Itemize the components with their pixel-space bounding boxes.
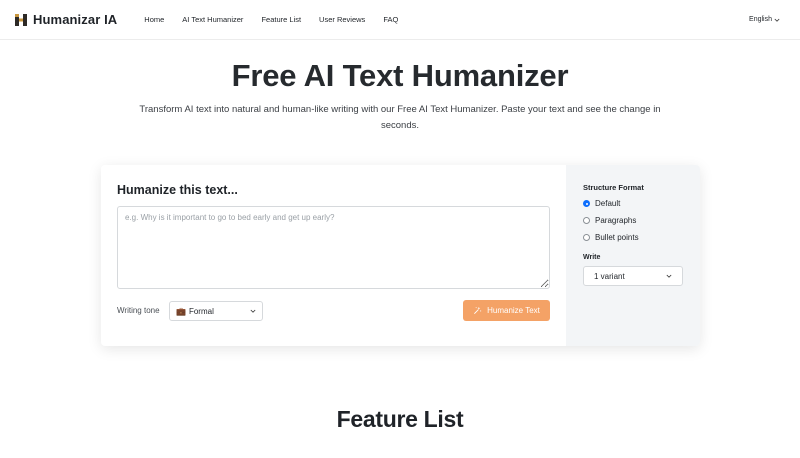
structure-option-default[interactable]: Default [583,199,620,208]
radio-paragraphs-label: Paragraphs [595,216,637,225]
text-input[interactable] [117,206,550,289]
writing-tone-select[interactable]: 💼 Formal [169,301,263,321]
language-label: English [749,16,772,23]
variant-value: 1 variant [594,271,625,281]
writing-tone-label: Writing tone [117,306,160,315]
briefcase-icon: 💼 [176,306,186,316]
h-logo-icon [15,13,27,26]
page-title: Free AI Text Humanizer [231,58,569,93]
humanize-text-button[interactable]: Humanize Text [463,300,550,321]
radio-paragraphs[interactable] [583,217,590,224]
write-label: Write [583,254,601,261]
nav-home[interactable]: Home [135,15,173,24]
structure-format-title: Structure Format [583,183,644,192]
magic-wand-icon [474,306,482,314]
language-selector[interactable]: English [749,16,780,23]
humanizer-card: Humanize this text... Writing tone 💼 For… [101,165,700,346]
radio-bullet-points[interactable] [583,234,590,241]
nav-links: Home AI Text Humanizer Feature List User… [135,15,407,24]
humanizer-form: Humanize this text... Writing tone 💼 For… [101,165,566,346]
brand[interactable]: Humanizar IA [14,12,117,27]
brand-name: Humanizar IA [33,12,118,27]
nav-ai-text-humanizer[interactable]: AI Text Humanizer [173,15,252,24]
structure-option-bullet-points[interactable]: Bullet points [583,233,639,242]
variant-select[interactable]: 1 variant [583,266,683,286]
humanize-button-label: Humanize Text [487,306,540,315]
chevron-down-icon [666,274,672,278]
radio-bullet-points-label: Bullet points [595,233,639,242]
nav-faq[interactable]: FAQ [374,15,407,24]
feature-list-title: Feature List [336,406,464,432]
page-subtitle: Transform AI text into natural and human… [139,104,661,131]
nav-feature-list[interactable]: Feature List [252,15,310,24]
chevron-down-icon [250,309,256,313]
options-panel: Structure Format Default Paragraphs Bull… [566,165,700,346]
writing-tone-value: Formal [188,306,214,316]
form-heading: Humanize this text... [117,183,238,197]
navbar: Humanizar IA Home AI Text Humanizer Feat… [0,0,800,40]
radio-default-label: Default [595,199,621,208]
radio-default[interactable] [583,200,590,207]
structure-option-paragraphs[interactable]: Paragraphs [583,216,636,225]
nav-user-reviews[interactable]: User Reviews [310,15,374,24]
chevron-down-icon [774,18,780,22]
